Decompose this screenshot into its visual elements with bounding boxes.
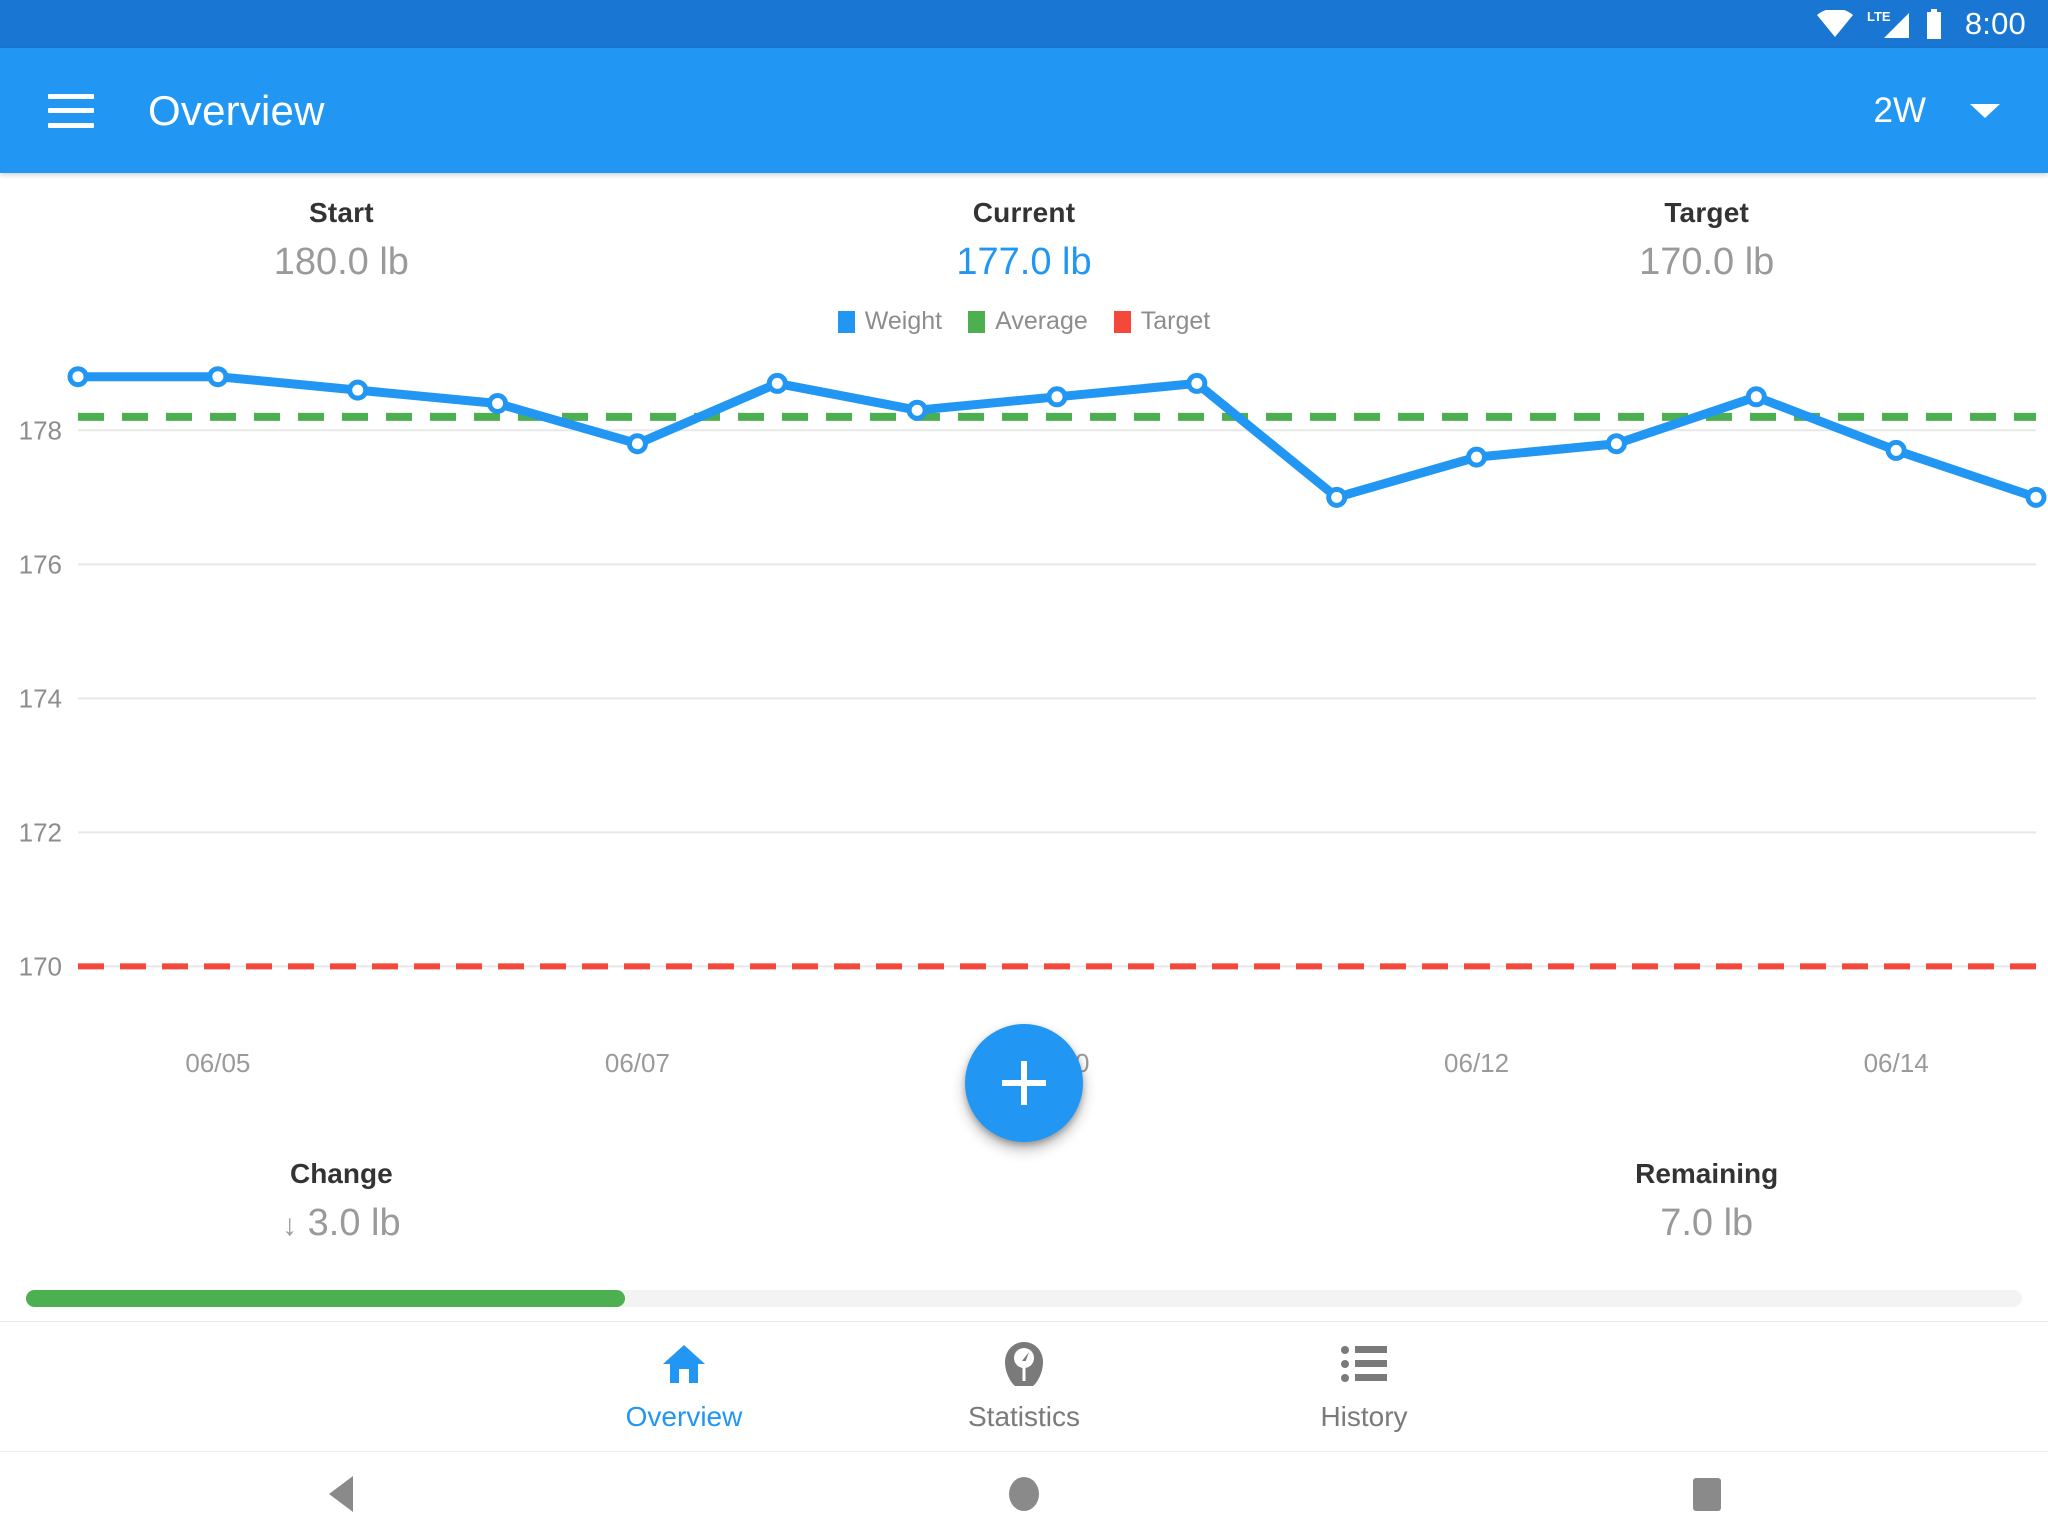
svg-text:06/07: 06/07 [605,1048,670,1078]
svg-text:06/05: 06/05 [185,1048,250,1078]
chart-legend: Weight Average Target [0,307,2048,336]
summary-value: 180.0 lb [273,241,409,283]
goal-progress-bar [26,1290,2022,1307]
svg-text:174: 174 [19,683,62,713]
app-root: LTE 8:00 Overview 2W Start 180.0 lb Curr… [0,0,2048,1536]
summary-label: Current [972,197,1076,228]
chevron-down-icon [1970,103,2000,118]
stat-change-label: Change [289,1158,393,1189]
summary-cell-target: Target 170.0 lb [1365,173,2048,288]
stat-change: Change ↓ 3.0 lb [0,1140,683,1290]
summary-value: 170.0 lb [1639,241,1775,283]
stat-remaining-value: 7.0 lb [1660,1202,1754,1244]
nav-item-overview[interactable]: Overview [514,1341,854,1433]
svg-text:LTE: LTE [1867,9,1891,24]
status-bar-icons: LTE 8:00 [1816,6,2026,42]
scale-icon [1003,1341,1045,1387]
home-icon [661,1341,707,1387]
stat-change-amount: 3.0 lb [307,1202,401,1244]
nav-label: Overview [625,1400,743,1432]
svg-text:170: 170 [19,951,62,981]
legend-label: Average [995,307,1088,335]
legend-label: Target [1140,307,1211,335]
summary-cell-start: Start 180.0 lb [0,173,683,288]
legend-swatch-average [968,310,986,333]
plus-icon [1002,1061,1046,1105]
hamburger-menu-icon[interactable] [48,93,94,128]
home-button[interactable] [924,1477,1124,1511]
weight-chart[interactable]: 17817617417217006/0506/0706/1006/1206/14… [0,360,2048,1100]
goal-progress-fill [26,1290,625,1307]
circle-home-icon [1008,1477,1039,1511]
stat-change-value: ↓ 3.0 lb [0,1202,683,1245]
svg-text:178: 178 [19,415,62,445]
add-entry-button[interactable] [965,1024,1083,1142]
nav-item-history[interactable]: History [1194,1341,1534,1433]
nav-label: Statistics [967,1400,1081,1432]
nav-label: History [1320,1400,1408,1432]
legend-swatch-target [1113,310,1131,333]
summary-cell-current: Current 177.0 lb [683,173,1366,288]
legend-item-weight: Weight [837,307,943,336]
wifi-icon [1816,10,1853,37]
legend-swatch-weight [837,310,855,333]
summary-value: 177.0 lb [956,241,1092,283]
arrow-down-icon: ↓ [282,1209,298,1242]
weight-chart-svg: 17817617417217006/0506/0706/1006/1206/14… [19,366,2047,1078]
svg-text:172: 172 [19,817,62,847]
svg-text:06/14: 06/14 [1864,1048,1929,1078]
bottom-navigation: Overview Statistics History [0,1321,2048,1451]
lte-signal-icon: LTE [1867,9,1909,38]
android-system-nav [0,1451,2048,1536]
list-icon [1341,1341,1387,1387]
triangle-back-icon [329,1476,354,1512]
bottom-stats-row: Change ↓ 3.0 lb Remaining 7.0 lb [0,1140,2048,1290]
back-button[interactable] [241,1476,441,1512]
svg-text:06/12: 06/12 [1444,1048,1509,1078]
status-bar: LTE 8:00 [0,0,2048,48]
range-selector[interactable]: 2W [1873,90,2000,131]
page-title: Overview [148,86,325,134]
summary-label: Start [308,197,374,228]
range-selector-label: 2W [1873,90,1927,130]
square-recents-icon [1692,1477,1721,1511]
status-bar-clock: 8:00 [1964,6,2026,41]
legend-item-target: Target [1113,307,1211,336]
svg-text:176: 176 [19,549,62,579]
nav-item-statistics[interactable]: Statistics [854,1341,1194,1433]
legend-item-average: Average [968,307,1088,336]
stat-remaining: Remaining 7.0 lb [1365,1140,2048,1290]
summary-label: Target [1664,197,1750,228]
recents-button[interactable] [1607,1477,1807,1511]
battery-icon [1926,9,1941,39]
stat-center-spacer [683,1140,1366,1290]
app-toolbar: Overview 2W [0,48,2048,173]
stat-remaining-label: Remaining [1635,1158,1779,1189]
summary-row: Start 180.0 lb Current 177.0 lb Target 1… [0,173,2048,288]
legend-label: Weight [864,307,943,335]
